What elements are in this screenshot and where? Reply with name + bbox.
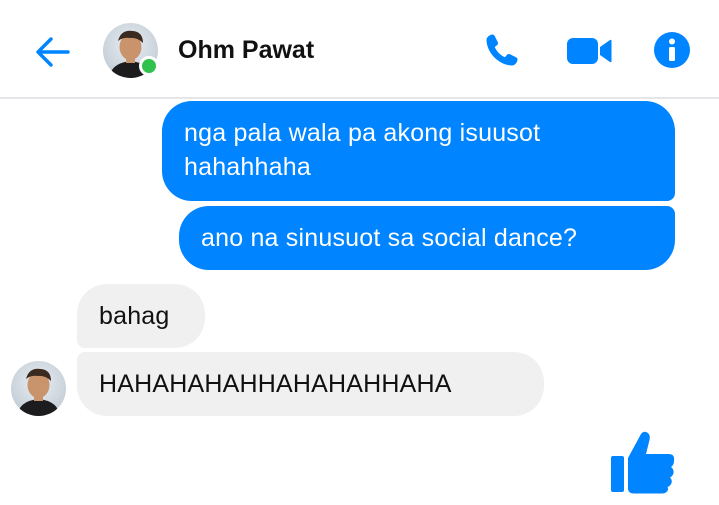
conversation-header: Ohm Pawat — [0, 0, 719, 99]
message-line: nga pala wala pa akong isuusot — [184, 119, 541, 147]
phone-icon[interactable] — [482, 30, 522, 70]
online-status-indicator — [139, 56, 159, 76]
person-photo-icon — [17, 368, 60, 416]
video-camera-icon[interactable] — [565, 33, 613, 69]
contact-avatar[interactable] — [103, 23, 159, 78]
message-line: hahahhaha — [184, 153, 311, 181]
sender-avatar — [11, 361, 66, 416]
incoming-message[interactable]: bahag — [77, 284, 205, 348]
outgoing-message[interactable]: ano na sinusuot sa social dance? — [179, 206, 675, 270]
outgoing-message[interactable]: nga pala wala pa akong isuusot hahahhaha — [162, 101, 675, 201]
info-icon[interactable] — [652, 30, 692, 70]
contact-name[interactable]: Ohm Pawat — [178, 34, 314, 66]
incoming-message[interactable]: HAHAHAHAHHAHAHAHHAHA — [77, 352, 544, 416]
thumbs-up-icon[interactable] — [608, 428, 676, 494]
arrow-left-icon[interactable] — [32, 32, 72, 72]
